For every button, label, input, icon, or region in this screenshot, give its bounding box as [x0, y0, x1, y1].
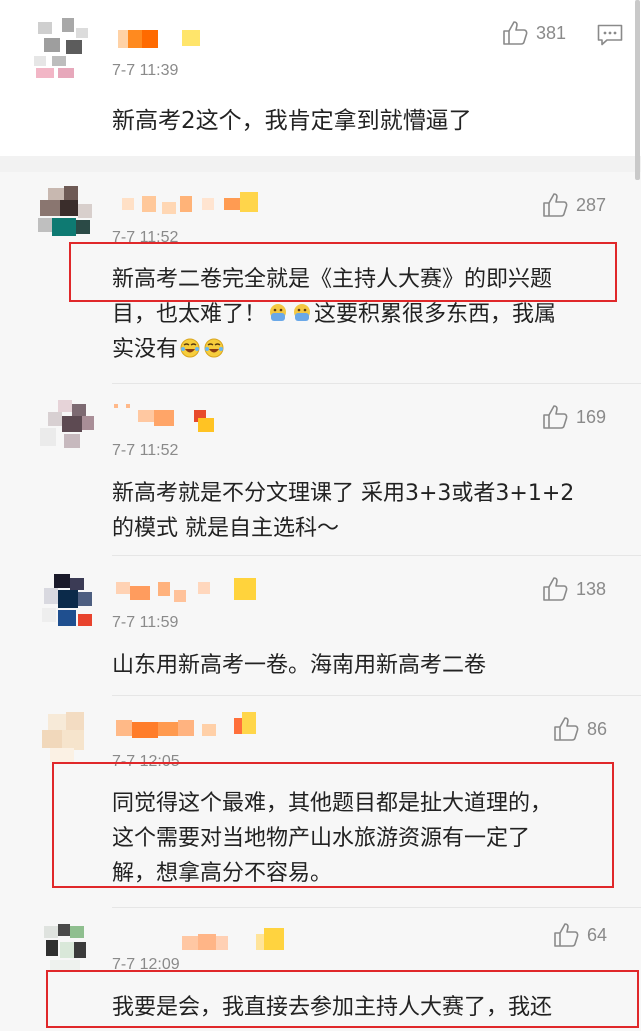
avatar[interactable] [38, 710, 94, 766]
nickname[interactable] [112, 928, 292, 954]
comment-text: 山东用新高考一卷。海南用新高考二卷 [112, 648, 622, 683]
thumbs-up-icon [554, 717, 579, 741]
avatar[interactable] [36, 572, 96, 630]
thumbs-up-icon [554, 923, 579, 947]
comment-segment: 实没有 [112, 337, 179, 362]
reply-item: 7-7 11:52 169 新高考就是不分文理课了 采用3+3或者3+1+2 的… [0, 384, 641, 556]
thumbs-up-icon [543, 577, 568, 601]
comment-line: 目，也太难了！ 这要积累很多东西，我属 [112, 297, 622, 332]
nickname[interactable] [112, 404, 222, 432]
avatar[interactable] [34, 400, 96, 456]
nickname[interactable] [112, 192, 262, 218]
face-palm-emoji [267, 300, 289, 322]
comment-line: 的模式 就是自主选科～ [112, 516, 339, 541]
highlight-box [69, 242, 617, 302]
reply-item: 7-7 12:05 86 同觉得这个最难，其他题目都是扯大道理的， 这个需要对当… [0, 696, 641, 908]
thumbs-up-icon [543, 405, 568, 429]
nickname[interactable] [112, 576, 272, 602]
like-count: 64 [587, 924, 608, 945]
comment-line: 新高考就是不分文理课了 采用3+3或者3+1+2 [112, 481, 575, 506]
thumbs-up-icon [503, 21, 528, 45]
comment-time: 7-7 11:39 [112, 62, 179, 79]
avatar[interactable] [40, 922, 96, 974]
like-count: 287 [576, 194, 607, 215]
like-count: 138 [576, 578, 607, 599]
like-count: 381 [536, 22, 567, 43]
comment-line: 实没有 [112, 332, 622, 367]
comment-text: 新高考就是不分文理课了 采用3+3或者3+1+2 的模式 就是自主选科～ [112, 476, 622, 546]
main-comment: 7-7 11:39 381 新高考2这个，我肯定拿到就懵逼了 [0, 0, 641, 156]
like-button[interactable]: 287 [542, 192, 606, 218]
like-count: 169 [576, 406, 607, 427]
nickname[interactable] [112, 712, 272, 740]
highlight-box [46, 970, 639, 1028]
reply-item: 7-7 11:59 138 山东用新高考一卷。海南用新高考二卷 [0, 556, 641, 696]
avatar[interactable] [34, 186, 96, 238]
like-button[interactable]: 138 [542, 576, 606, 602]
comment-line: 山东用新高考一卷。海南用新高考二卷 [112, 653, 487, 678]
comment-time: 7-7 11:52 [112, 442, 179, 459]
like-button[interactable]: 64 [553, 922, 607, 948]
nickname[interactable] [112, 24, 212, 50]
like-button[interactable]: 381 [502, 20, 566, 46]
comment-icon[interactable] [597, 24, 623, 46]
like-button[interactable]: 169 [542, 404, 606, 430]
face-palm-emoji [291, 300, 313, 322]
comment-segment: 目，也太难了！ [112, 302, 267, 327]
like-button[interactable]: 86 [553, 716, 607, 742]
laughing-crying-emoji [179, 335, 201, 358]
avatar[interactable] [30, 18, 92, 80]
thumbs-up-icon [543, 193, 568, 217]
reply-item: 7-7 12:09 64 我要是会，我直接去参加主持人大赛了，我还 [0, 908, 641, 1031]
reply-item: 7-7 11:52 287 新高考二卷完全就是《主持人大赛》的即兴题 目，也太难… [0, 172, 641, 384]
scrollbar[interactable] [635, 0, 640, 180]
section-divider [0, 156, 641, 172]
highlight-box [52, 762, 614, 888]
comment-text: 新高考2这个，我肯定拿到就懵逼了 [112, 108, 472, 134]
comment-segment: 这要积累很多东西，我属 [314, 302, 557, 327]
laughing-crying-emoji [203, 335, 225, 358]
like-count: 86 [587, 718, 608, 739]
comment-time: 7-7 11:59 [112, 614, 179, 631]
